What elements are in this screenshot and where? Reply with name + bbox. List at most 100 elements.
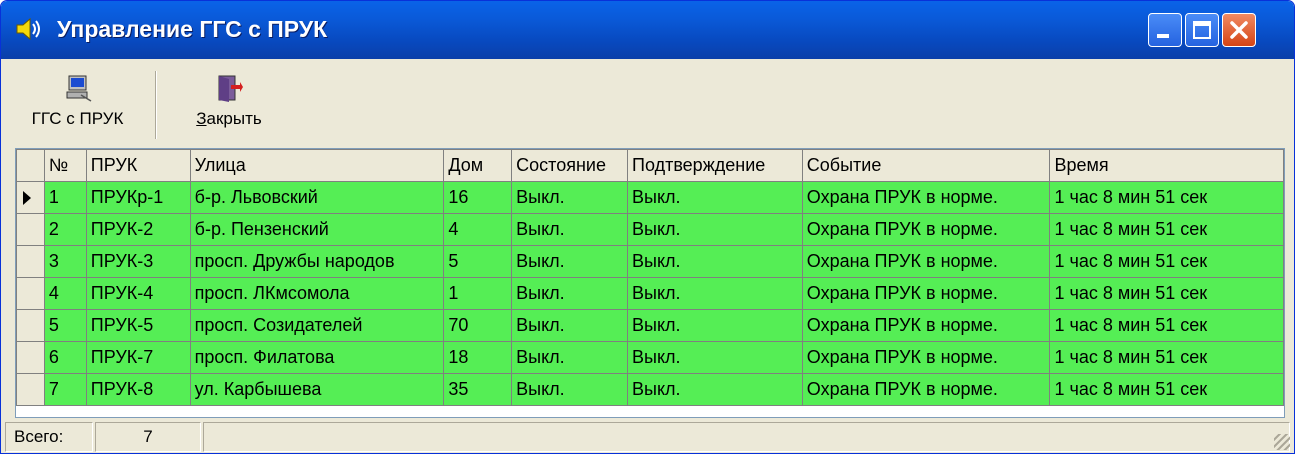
cell-pruk[interactable]: ПРУК-5 xyxy=(85,309,191,342)
row-indicator[interactable] xyxy=(16,213,45,246)
maximize-button[interactable] xyxy=(1185,13,1219,47)
cell-state[interactable]: Выкл. xyxy=(511,341,629,374)
cell-number[interactable]: 1 xyxy=(43,181,87,214)
cell-house[interactable]: 1 xyxy=(443,277,513,310)
close-app-label: Закрыть xyxy=(196,109,262,128)
cell-pruk[interactable]: ПРУК-8 xyxy=(85,373,191,406)
cell-time[interactable]: 1 час 8 мин 51 сек xyxy=(1049,277,1284,310)
table-row[interactable]: 4 ПРУК-4 просп. ЛКмсомола 1 Выкл. Выкл. Охрана… xyxy=(16,277,1284,310)
cell-time[interactable]: 1 час 8 мин 51 сек xyxy=(1049,245,1284,278)
cell-pruk[interactable]: ПРУК-2 xyxy=(85,213,191,246)
cell-confirmation[interactable]: Выкл. xyxy=(627,245,803,278)
close-label-rest: акрыть xyxy=(206,109,262,128)
cell-event[interactable]: Охрана ПРУК в норме. xyxy=(801,245,1051,278)
cell-confirmation[interactable]: Выкл. xyxy=(627,309,803,342)
cell-state[interactable]: Выкл. xyxy=(511,213,629,246)
cell-state[interactable]: Выкл. xyxy=(511,181,629,214)
cell-confirmation[interactable]: Выкл. xyxy=(627,213,803,246)
table-row[interactable]: 6 ПРУК-7 просп. Филатова 18 Выкл. Выкл. Охрана… xyxy=(16,341,1284,374)
cell-event[interactable]: Охрана ПРУК в норме. xyxy=(801,213,1051,246)
cell-event[interactable]: Охрана ПРУК в норме. xyxy=(801,373,1051,406)
cell-state[interactable]: Выкл. xyxy=(511,245,629,278)
column-header-event[interactable]: Событие xyxy=(801,149,1051,182)
table-row[interactable]: 3 ПРУК-3 просп. Дружбы народов 5 Выкл. Выкл. О… xyxy=(16,245,1284,278)
minimize-icon xyxy=(1157,34,1169,38)
table-row[interactable]: 1 ПРУКр-1 б-р. Львовский 16 Выкл. Выкл. Охрана… xyxy=(16,181,1284,214)
row-indicator[interactable] xyxy=(16,309,45,342)
cell-street[interactable]: ул. Карбышева xyxy=(189,373,445,406)
cell-house[interactable]: 4 xyxy=(443,213,513,246)
table-header-row: № ПРУК Улица Дом Состояние Подтверждение… xyxy=(16,149,1284,182)
close-app-button[interactable]: Закрыть xyxy=(177,69,281,143)
cell-event[interactable]: Охрана ПРУК в норме. xyxy=(801,181,1051,214)
close-window-button[interactable] xyxy=(1222,13,1256,47)
column-header-confirmation[interactable]: Подтверждение xyxy=(627,149,803,182)
cell-house[interactable]: 70 xyxy=(443,309,513,342)
cell-pruk[interactable]: ПРУК-3 xyxy=(85,245,191,278)
table-row[interactable]: 5 ПРУК-5 просп. Созидателей 70 Выкл. Выкл. Охр… xyxy=(16,309,1284,342)
cell-house[interactable]: 5 xyxy=(443,245,513,278)
cell-number[interactable]: 5 xyxy=(43,309,87,342)
cell-pruk[interactable]: ПРУК-7 xyxy=(85,341,191,374)
row-indicator[interactable] xyxy=(16,373,45,406)
cell-street[interactable]: б-р. Львовский xyxy=(189,181,445,214)
row-indicator[interactable] xyxy=(16,341,45,374)
pruk-table[interactable]: № ПРУК Улица Дом Состояние Подтверждение… xyxy=(15,148,1285,418)
cell-number[interactable]: 6 xyxy=(43,341,87,374)
cell-street[interactable]: б-р. Пензенский xyxy=(189,213,445,246)
row-indicator[interactable] xyxy=(16,245,45,278)
status-panel-empty xyxy=(203,422,1290,452)
cell-confirmation[interactable]: Выкл. xyxy=(627,373,803,406)
exit-door-icon xyxy=(218,75,243,102)
cell-number[interactable]: 2 xyxy=(43,213,87,246)
column-header-street[interactable]: Улица xyxy=(189,149,445,182)
cell-number[interactable]: 7 xyxy=(43,373,87,406)
cell-event[interactable]: Охрана ПРУК в норме. xyxy=(801,277,1051,310)
current-row-arrow-icon xyxy=(23,190,31,205)
cell-time[interactable]: 1 час 8 мин 51 сек xyxy=(1049,373,1284,406)
resize-grip[interactable] xyxy=(1274,434,1290,450)
cell-time[interactable]: 1 час 8 мин 51 сек xyxy=(1049,181,1284,214)
row-indicator[interactable] xyxy=(16,181,45,214)
cell-time[interactable]: 1 час 8 мин 51 сек xyxy=(1049,341,1284,374)
cell-event[interactable]: Охрана ПРУК в норме. xyxy=(801,309,1051,342)
column-header-house[interactable]: Дом xyxy=(443,149,513,182)
minimize-button[interactable] xyxy=(1148,13,1182,47)
cell-number[interactable]: 3 xyxy=(43,245,87,278)
cell-house[interactable]: 35 xyxy=(443,373,513,406)
column-header-state[interactable]: Состояние xyxy=(511,149,629,182)
ggs-pruk-label: ГГС с ПРУК xyxy=(31,109,124,128)
column-header-number[interactable]: № xyxy=(43,149,87,182)
table-row[interactable]: 7 ПРУК-8 ул. Карбышева 35 Выкл. Выкл. Охрана П… xyxy=(16,373,1284,406)
row-indicator[interactable] xyxy=(16,277,45,310)
ggs-pruk-button[interactable]: ГГС с ПРУК xyxy=(5,69,150,143)
toolbar-separator xyxy=(155,71,157,139)
cell-time[interactable]: 1 час 8 мин 51 сек xyxy=(1049,213,1284,246)
cell-street[interactable]: просп. ЛКмсомола xyxy=(189,277,445,310)
cell-confirmation[interactable]: Выкл. xyxy=(627,341,803,374)
cell-street[interactable]: просп. Филатова xyxy=(189,341,445,374)
cell-number[interactable]: 4 xyxy=(43,277,87,310)
maximize-icon xyxy=(1193,21,1211,39)
speaker-icon[interactable] xyxy=(13,14,43,44)
window-title: Управление ГГС с ПРУК xyxy=(57,16,328,42)
cell-confirmation[interactable]: Выкл. xyxy=(627,181,803,214)
toolbar: ГГС с ПРУК Закрыть xyxy=(1,63,1294,146)
column-header-time[interactable]: Время xyxy=(1049,149,1284,182)
cell-state[interactable]: Выкл. xyxy=(511,373,629,406)
cell-state[interactable]: Выкл. xyxy=(511,309,629,342)
computer-icon xyxy=(66,75,91,102)
cell-time[interactable]: 1 час 8 мин 51 сек xyxy=(1049,309,1284,342)
cell-house[interactable]: 18 xyxy=(443,341,513,374)
table-row[interactable]: 2 ПРУК-2 б-р. Пензенский 4 Выкл. Выкл. Охрана … xyxy=(16,213,1284,246)
cell-state[interactable]: Выкл. xyxy=(511,277,629,310)
cell-event[interactable]: Охрана ПРУК в норме. xyxy=(801,341,1051,374)
cell-street[interactable]: просп. Созидателей xyxy=(189,309,445,342)
cell-pruk[interactable]: ПРУКр-1 xyxy=(85,181,191,214)
column-header-pruk[interactable]: ПРУК xyxy=(85,149,191,182)
title-bar[interactable]: Управление ГГС с ПРУК xyxy=(1,1,1294,59)
cell-pruk[interactable]: ПРУК-4 xyxy=(85,277,191,310)
cell-house[interactable]: 16 xyxy=(443,181,513,214)
cell-street[interactable]: просп. Дружбы народов xyxy=(189,245,445,278)
cell-confirmation[interactable]: Выкл. xyxy=(627,277,803,310)
